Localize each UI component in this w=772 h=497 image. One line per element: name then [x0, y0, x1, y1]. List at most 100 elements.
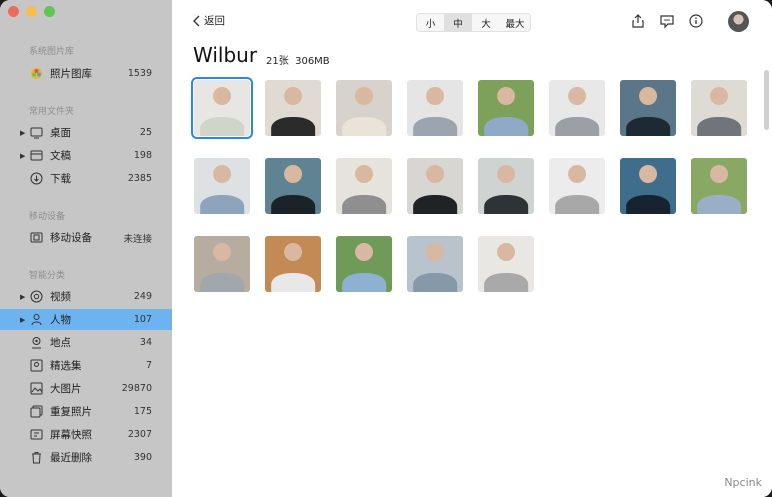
back-button[interactable]: 返回 [192, 13, 225, 28]
person-head [426, 164, 444, 183]
photo-thumbnail[interactable] [478, 80, 534, 136]
person-body [626, 116, 670, 136]
sidebar-item-count: 34 [139, 337, 152, 348]
person-body [626, 194, 670, 214]
trash-icon [32, 452, 41, 464]
close-button[interactable] [8, 6, 19, 17]
person-head [284, 242, 302, 261]
person-head [497, 86, 515, 105]
sidebar-item[interactable]: ▶ 桌面 25 [0, 122, 172, 143]
sidebar-item-label: 移动设备 [50, 232, 92, 244]
person-body [413, 272, 457, 292]
photo-thumbnail[interactable] [336, 80, 392, 136]
sidebar-item[interactable]: 移动设备 未连接 [0, 227, 172, 248]
photo-thumbnail[interactable] [407, 80, 463, 136]
photo-thumbnail[interactable] [407, 236, 463, 292]
sidebar-item-count: 175 [133, 406, 152, 417]
zoom-button[interactable] [44, 6, 55, 17]
featured-icon [30, 359, 43, 372]
album-meta: 21张 306MB [266, 52, 330, 67]
photo-thumbnail[interactable] [620, 80, 676, 136]
photo-thumbnail[interactable] [191, 77, 253, 139]
sidebar-item-count: 2307 [127, 429, 152, 440]
photo-thumbnail[interactable] [336, 158, 392, 214]
sidebar-section-title: 移动设备 [29, 212, 66, 222]
person-head [284, 164, 302, 183]
person-head [639, 164, 657, 183]
screenshot-icon [30, 429, 43, 440]
sidebar-item-label: 大图片 [50, 383, 82, 395]
sidebar-item-label: 文稿 [50, 150, 71, 162]
sidebar-item-label: 最近删除 [50, 452, 92, 464]
sidebar-item-count: 未连接 [123, 233, 152, 245]
photo-thumbnail[interactable] [549, 158, 605, 214]
share-icon[interactable] [630, 13, 646, 29]
photo-thumbnail[interactable] [194, 158, 250, 214]
sidebar-item-count: 2385 [127, 173, 152, 184]
sidebar-item[interactable]: 重复照片 175 [0, 401, 172, 422]
sidebar-item[interactable]: 下载 2385 [0, 168, 172, 189]
sidebar-item[interactable]: ▶ 人物 107 [0, 309, 172, 330]
thumbnail-size-control: 小中大最大 [416, 13, 531, 32]
sidebar-item[interactable]: 照片图库 1539 [0, 63, 172, 84]
sidebar: 系统图片库 常用文件夹 移动设备 智能分类 照片图库 1539 ▶ 桌面 25 ▶ 文稿 198 下载 2… [0, 0, 172, 497]
sidebar-item-count: 198 [133, 150, 152, 161]
size-option[interactable]: 大 [472, 14, 500, 31]
sidebar-item-count: 1539 [127, 68, 152, 79]
sidebar-item[interactable]: ▶ 文稿 198 [0, 145, 172, 166]
photos-library-icon [31, 68, 42, 79]
sidebar-item[interactable]: 大图片 29870 [0, 378, 172, 399]
video-icon [30, 290, 43, 303]
person-body [271, 116, 315, 136]
person-body [342, 194, 386, 214]
sidebar-item[interactable]: 最近删除 390 [0, 447, 172, 468]
disclosure-arrow-icon[interactable]: ▶ [20, 293, 25, 301]
photo-thumbnail[interactable] [265, 158, 321, 214]
sidebar-item[interactable]: 地点 34 [0, 332, 172, 353]
info-icon[interactable] [688, 13, 704, 29]
photo-thumbnail[interactable] [194, 236, 250, 292]
desktop-icon [30, 127, 43, 139]
photo-thumbnail[interactable] [478, 236, 534, 292]
large-image-icon [30, 382, 43, 395]
size-option[interactable]: 最大 [500, 14, 530, 31]
person-head [710, 86, 728, 105]
user-avatar[interactable] [728, 11, 749, 32]
back-label: 返回 [204, 15, 225, 27]
disclosure-arrow-icon[interactable]: ▶ [20, 316, 25, 324]
person-head [497, 164, 515, 183]
sidebar-item[interactable]: ▶ 视频 249 [0, 286, 172, 307]
sidebar-item-label: 屏幕快照 [50, 429, 92, 441]
photo-thumbnail[interactable] [265, 236, 321, 292]
size-option[interactable]: 中 [444, 14, 472, 31]
sidebar-item-count: 7 [145, 360, 152, 371]
photo-thumbnail[interactable] [691, 158, 747, 214]
photo-thumbnail[interactable] [407, 158, 463, 214]
person-head [568, 86, 586, 105]
photo-thumbnail[interactable] [691, 80, 747, 136]
duplicate-icon [30, 405, 43, 418]
sidebar-item-label: 照片图库 [50, 68, 92, 80]
sidebar-section-title: 智能分类 [29, 271, 66, 281]
comment-icon[interactable] [659, 13, 675, 29]
watermark: Npcink [724, 476, 762, 489]
scrollbar[interactable] [764, 70, 769, 130]
photo-thumbnail[interactable] [478, 158, 534, 214]
app-window: 系统图片库 常用文件夹 移动设备 智能分类 照片图库 1539 ▶ 桌面 25 ▶ 文稿 198 下载 2… [0, 0, 772, 497]
person-body [200, 272, 244, 292]
photo-thumbnail[interactable] [336, 236, 392, 292]
sidebar-item[interactable]: 精选集 7 [0, 355, 172, 376]
photo-thumbnail[interactable] [549, 80, 605, 136]
sidebar-item-label: 重复照片 [50, 406, 92, 418]
disclosure-arrow-icon[interactable]: ▶ [20, 129, 25, 137]
photo-thumbnail[interactable] [265, 80, 321, 136]
sidebar-item[interactable]: 屏幕快照 2307 [0, 424, 172, 445]
photo-thumbnail[interactable] [620, 158, 676, 214]
person-head [284, 86, 302, 105]
sidebar-item-label: 人物 [50, 314, 71, 326]
size-option[interactable]: 小 [417, 14, 444, 31]
person-head [568, 164, 586, 183]
person-head [213, 164, 231, 183]
disclosure-arrow-icon[interactable]: ▶ [20, 152, 25, 160]
minimize-button[interactable] [26, 6, 37, 17]
